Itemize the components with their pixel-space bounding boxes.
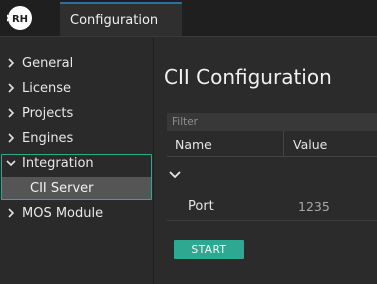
chevron-right-icon xyxy=(0,208,22,218)
tab-configuration[interactable]: Configuration xyxy=(60,2,182,36)
chevron-right-icon xyxy=(0,58,22,68)
sidebar-subitem-label: CII Server xyxy=(30,180,94,196)
table-group-row xyxy=(167,161,377,185)
chevron-right-icon xyxy=(0,133,22,143)
row-name-cell: Port xyxy=(188,199,214,214)
rh-logo-icon: RH xyxy=(6,4,34,32)
filter-input[interactable] xyxy=(167,113,377,131)
sidebar-item-engines[interactable]: Engines xyxy=(0,126,154,150)
sidebar-item-license[interactable]: License xyxy=(0,76,154,100)
sidebar-item-label: Projects xyxy=(22,105,74,121)
page-title: CII Configuration xyxy=(164,65,332,89)
sidebar-item-label: General xyxy=(22,55,74,71)
sidebar-item-projects[interactable]: Projects xyxy=(0,101,154,125)
chevron-right-icon xyxy=(0,108,22,118)
start-button[interactable]: START xyxy=(174,240,244,259)
chevron-down-icon[interactable] xyxy=(169,165,181,184)
main-panel: CII Configuration Name Value Port 1235 S… xyxy=(155,37,377,284)
sidebar-item-general[interactable]: General xyxy=(0,51,154,75)
column-divider[interactable] xyxy=(283,131,284,157)
table-row[interactable]: Port 1235 xyxy=(167,193,377,221)
chevron-right-icon xyxy=(0,83,22,93)
logo-text: RH xyxy=(12,14,28,25)
sidebar-item-label: Engines xyxy=(22,130,74,146)
top-bar: RH Configuration xyxy=(0,0,377,36)
sidebar-item-label: Integration xyxy=(22,155,94,171)
row-value-cell[interactable]: 1235 xyxy=(298,193,330,220)
column-header-value[interactable]: Value xyxy=(293,131,327,157)
sidebar-item-mos-module[interactable]: MOS Module xyxy=(0,201,154,225)
table-header: Name Value xyxy=(167,131,377,157)
column-header-name[interactable]: Name xyxy=(175,131,212,157)
chevron-down-icon xyxy=(0,159,22,167)
sidebar-item-integration[interactable]: Integration xyxy=(0,151,154,175)
sidebar-item-label: License xyxy=(22,80,72,96)
sidebar: General License Projects Engines Integra… xyxy=(0,37,154,284)
tab-label: Configuration xyxy=(70,12,159,28)
sidebar-item-cii-server[interactable]: CII Server xyxy=(2,177,151,199)
sidebar-item-label: MOS Module xyxy=(22,205,104,221)
